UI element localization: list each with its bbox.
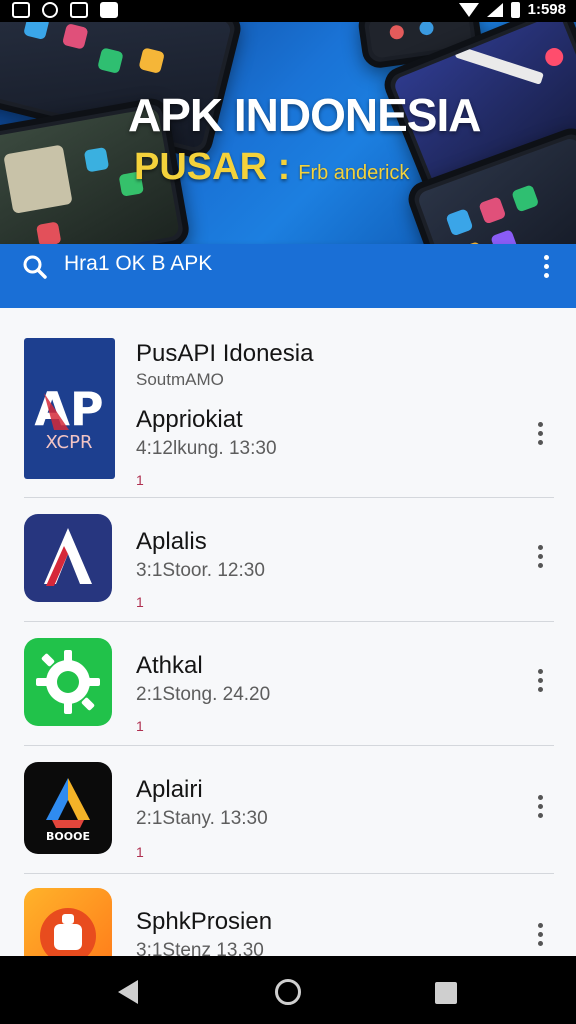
list-item[interactable]: AP XCPR PusAPI Idonesia SoutmAMO Appriok… (0, 308, 576, 498)
list-item[interactable]: Athkal 2:1Stong. 24.20 1 (0, 622, 576, 746)
svg-text:XCPR: XCPR (46, 432, 93, 453)
a-logo-icon (24, 514, 112, 602)
item-menu-icon[interactable] (534, 795, 546, 818)
app-name: Athkal (136, 652, 203, 679)
android-icon (24, 888, 112, 956)
item-menu-icon[interactable] (534, 422, 546, 445)
app-name: Aplalis (136, 528, 207, 555)
banner-subtitle-tagline: Frb anderick (298, 162, 410, 184)
app-publisher: SoutmAMO (136, 370, 224, 389)
status-bar: 1:598 (0, 0, 576, 22)
triangle-logo-icon: BOOOE (24, 762, 112, 854)
app-meta: 3:1Stoor. 12:30 (136, 560, 265, 581)
list-item[interactable]: Aplalis 3:1Stoor. 12:30 1 (0, 498, 576, 622)
apk-logo-icon: AP XCPR (24, 338, 115, 479)
banner-subtitle-main: PUSAR : (134, 146, 291, 188)
app-count: 1 (136, 472, 144, 488)
list-item[interactable]: BOOOE Aplairi 2:1Stany. 13:30 1 (0, 746, 576, 874)
app-meta: 2:1Stong. 24.20 (136, 684, 271, 705)
banner-subtitle: PUSAR : Frb anderick (134, 146, 409, 189)
home-icon[interactable] (275, 979, 301, 1005)
app-count: 1 (136, 718, 144, 734)
app-name: PusAPI Idonesia (136, 340, 314, 367)
search-input[interactable]: Hra1 OK B APK (64, 252, 212, 276)
battery-icon (510, 1, 520, 18)
notification-icon (12, 2, 30, 18)
app-icon-label: BOOOE (46, 830, 90, 843)
banner-title: APK INDONESIA (128, 89, 481, 141)
item-menu-icon[interactable] (534, 545, 546, 568)
app-count: 1 (136, 594, 144, 610)
gallery-icon (70, 2, 88, 18)
svg-text:AP: AP (34, 382, 103, 436)
app-count: 1 (136, 844, 144, 860)
overflow-menu-icon[interactable] (540, 255, 552, 278)
app-meta: 2:1Stany. 13:30 (136, 808, 268, 829)
app-meta: 4:12lkung. 13:30 (136, 438, 277, 459)
promo-banner[interactable]: APK INDONESIA PUSAR : Frb anderick (0, 22, 576, 244)
back-icon[interactable] (118, 980, 138, 1004)
search-icon[interactable] (22, 254, 48, 280)
bag-icon (100, 2, 118, 18)
app-list: AP XCPR PusAPI Idonesia SoutmAMO Appriok… (0, 308, 576, 956)
app-name: SphkProsien (136, 908, 273, 935)
item-menu-icon[interactable] (534, 923, 546, 946)
app-meta: 3:1Stenz 13.30 (136, 940, 264, 956)
clock-icon (42, 2, 58, 18)
gear-icon (24, 638, 112, 726)
app-title: Appriokiat (136, 406, 243, 433)
recent-apps-icon[interactable] (435, 982, 457, 1004)
wifi-icon (458, 2, 479, 17)
app-name: Aplairi (136, 776, 203, 803)
item-menu-icon[interactable] (534, 669, 546, 692)
list-item[interactable]: SphkProsien 3:1Stenz 13.30 (0, 874, 576, 956)
status-time: 1:598 (527, 1, 566, 18)
signal-icon (486, 2, 503, 17)
